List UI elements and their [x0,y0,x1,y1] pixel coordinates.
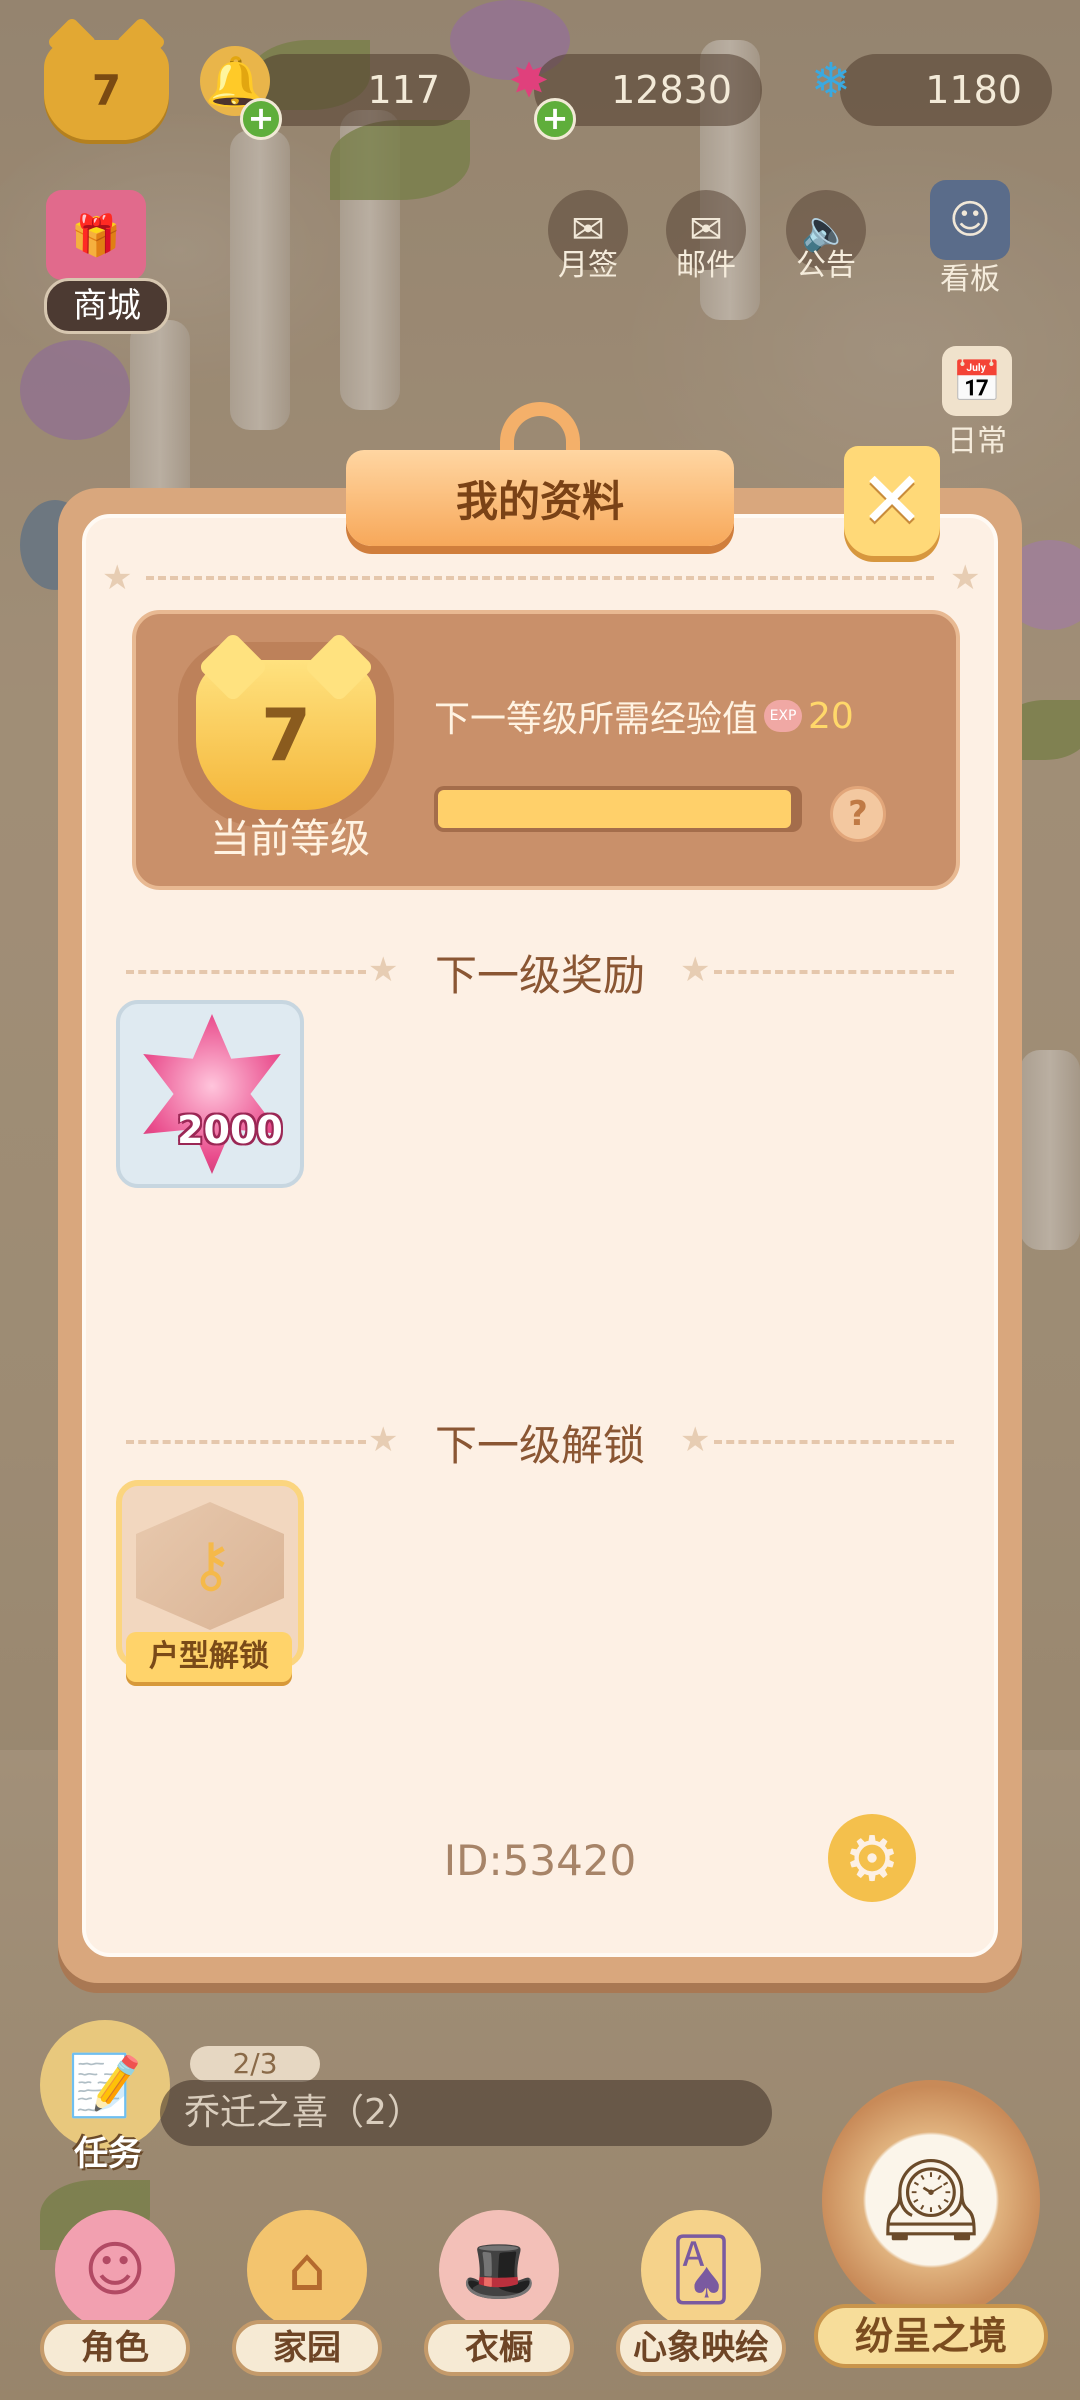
announcement-button[interactable]: 🔈 公告 [786,190,866,284]
nav-cards[interactable]: 🂡 心象映绘 [616,2210,786,2380]
player-level-value: 7 [91,65,122,115]
divider [714,1440,954,1444]
question-icon: ? [848,794,868,834]
exp-icon: EXP [764,700,803,732]
close-button[interactable]: ✕ [844,446,940,556]
nav-cards-label: 心象映绘 [616,2320,786,2376]
character-portrait-icon: ☺ [930,180,1010,260]
current-level-label: 当前等级 [210,816,370,862]
key-icon: ⚷ [189,1530,233,1600]
gear-icon: ⚙ [844,1821,900,1895]
board-button[interactable]: ☺ 看板 [930,180,1010,298]
nav-character-label: 角色 [40,2320,190,2376]
nav-wardrobe[interactable]: 🎩 衣橱 [424,2210,574,2380]
task-progress: 2/3 [190,2046,320,2082]
task-name: 乔迁之喜（2） [184,2092,423,2133]
settings-button[interactable]: ⚙ [828,1814,916,1902]
star-icon: ★ [950,558,981,598]
nav-home-label: 家园 [232,2320,382,2376]
close-icon: ✕ [859,456,925,546]
unlock-label: 户型解锁 [126,1632,292,1682]
mail-label: 邮件 [676,248,736,283]
star-icon: ★ [680,1420,711,1460]
blue-gem-icon: ❄ [810,53,852,109]
blue-gem-count: 1180 [925,68,1022,112]
add-bell-button[interactable]: + [240,98,282,140]
exp-needed-row: 下一等级所需经验值 EXP 20 [434,690,854,742]
add-pink-gem-button[interactable]: + [534,98,576,140]
current-level-badge: 7 [196,660,376,810]
player-level-badge[interactable]: 7 [44,40,169,140]
divider [714,970,954,974]
exp-progress-bar [434,786,802,832]
daily-label: 日常 [947,424,1007,459]
monthly-signin-label: 月签 [558,248,618,283]
star-icon: ★ [680,950,711,990]
exp-needed-label: 下一等级所需经验值 [434,699,759,740]
blue-gem-counter[interactable]: 1180 [840,54,1052,126]
exp-needed-value: 20 [808,695,854,737]
nav-realm-label[interactable]: 纷呈之境 [814,2304,1048,2368]
task-bar[interactable]: 乔迁之喜（2） [160,2080,772,2146]
house-icon: ⌂ [247,2210,367,2330]
clock-icon[interactable]: 🕰 [822,2080,1040,2320]
hat-icon: 🎩 [439,2210,559,2330]
nav-wardrobe-label: 衣橱 [424,2320,574,2376]
reward-count: 2000 [177,1108,283,1152]
pink-gem-count: 12830 [611,68,732,112]
mail-button[interactable]: ✉ 邮件 [666,190,746,284]
nav-home[interactable]: ⌂ 家园 [232,2210,382,2380]
announcement-label: 公告 [796,248,856,283]
player-id[interactable]: ID:53420 [0,1836,1080,1885]
task-label: 任务 [74,2134,142,2174]
monthly-signin-button[interactable]: ✉ 月签 [548,190,628,284]
star-icon: ★ [102,558,133,598]
exp-progress-fill [438,790,791,828]
board-label: 看板 [940,262,1000,297]
current-level-value: 7 [260,693,312,777]
shop-gift-icon[interactable]: 🎁 [46,190,146,280]
divider [146,576,934,580]
daily-button[interactable]: 📅 日常 [942,346,1012,460]
modal-title: 我的资料 [346,450,734,546]
bell-count: 117 [367,68,440,112]
shop-button[interactable]: 商城 [44,278,170,334]
nav-character[interactable]: ☺ 角色 [40,2210,190,2380]
character-icon: ☺ [55,2210,175,2330]
help-button[interactable]: ? [830,786,886,842]
cards-icon: 🂡 [641,2210,761,2330]
calendar-icon: 📅 [942,346,1012,416]
